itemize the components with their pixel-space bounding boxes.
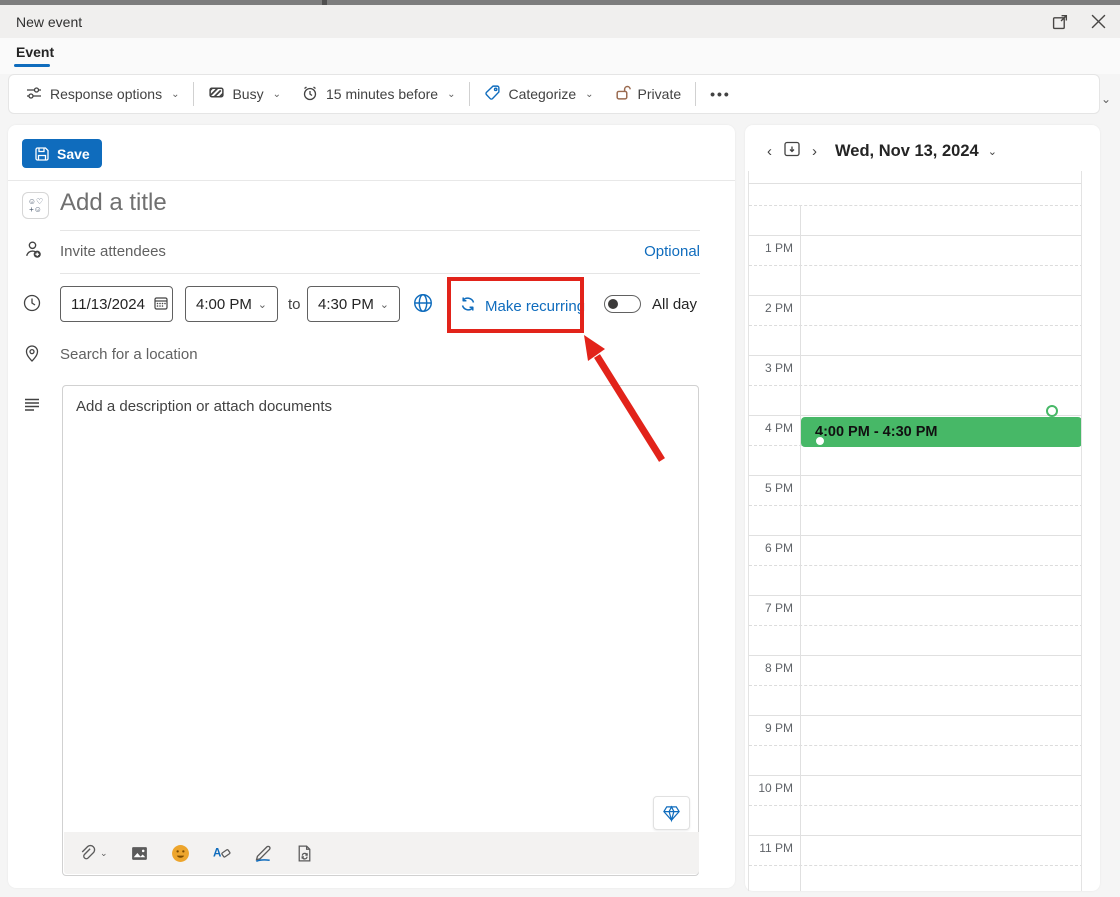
event-resize-handle-bottom[interactable] (814, 435, 826, 447)
chevron-down-icon: ⌄ (273, 89, 281, 100)
chevron-down-icon: ⌄ (258, 298, 267, 311)
go-to-date-calendar-icon[interactable] (778, 139, 806, 163)
clear-formatting-icon[interactable]: A (212, 844, 231, 863)
make-recurring-button[interactable]: Make recurring (459, 295, 585, 317)
close-icon[interactable] (1084, 8, 1112, 36)
calendar-nav: ‹ › Wed, Nov 13, 2024 ⌄ (761, 139, 997, 163)
categorize-button[interactable]: Categorize ⌄ (474, 78, 603, 110)
editor-footer-toolbar: ⌄ A (64, 832, 699, 874)
clock-icon (22, 293, 42, 318)
response-options-button[interactable]: Response options ⌄ (15, 78, 189, 110)
optional-attendees-link[interactable]: Optional (644, 243, 700, 260)
day-calendar-panel: ‹ › Wed, Nov 13, 2024 ⌄ 1 PM 2 PM 3 PM 4… (745, 125, 1100, 891)
invite-attendees-icon (22, 239, 43, 265)
divider (60, 273, 700, 274)
all-day-label: All day (652, 296, 697, 313)
all-day-row (748, 171, 1082, 184)
save-button[interactable]: Save (22, 139, 102, 168)
draw-pen-icon[interactable] (253, 843, 273, 863)
event-resize-handle-top[interactable] (1046, 405, 1058, 417)
categorize-tag-icon (484, 84, 501, 104)
alarm-clock-icon (301, 84, 319, 105)
description-editor[interactable]: Add a description or attach documents ⌄ … (62, 385, 699, 876)
toolbar-collapse-chevron-icon[interactable]: ⌄ (1101, 92, 1111, 106)
calendar-icon (153, 295, 169, 314)
previous-day-chevron-icon[interactable]: ‹ (761, 141, 778, 162)
time-rail-divider (800, 205, 801, 891)
chevron-down-icon: ⌄ (447, 89, 455, 100)
response-options-icon (25, 84, 43, 105)
dialog-titlebar: New event (0, 5, 1120, 38)
calendar-event-block[interactable]: 4:00 PM - 4:30 PM (801, 417, 1082, 447)
dialog-title: New event (16, 14, 82, 30)
divider (8, 180, 735, 181)
private-button[interactable]: Private (604, 78, 692, 110)
end-time-dropdown[interactable]: 4:30 PM ⌄ (307, 286, 400, 322)
ellipsis-icon: ••• (710, 86, 731, 102)
chevron-down-icon: ⌄ (100, 848, 108, 859)
toolbar-divider (193, 82, 194, 106)
reminder-button[interactable]: 15 minutes before ⌄ (291, 78, 465, 110)
hour-label: 7 PM (749, 601, 793, 615)
document-loop-icon[interactable] (295, 844, 314, 863)
timezone-globe-icon[interactable] (412, 292, 434, 319)
title-input[interactable]: Add a title (60, 189, 620, 217)
svg-text:A: A (213, 846, 222, 859)
date-picker[interactable]: 11/13/2024 (60, 286, 173, 322)
toolbar-divider (695, 82, 696, 106)
hour-label: 6 PM (749, 541, 793, 555)
emoji-title-picker-icon[interactable]: ☺♡+☺ (22, 192, 49, 219)
hour-label: 9 PM (749, 721, 793, 735)
chevron-down-icon: ⌄ (380, 298, 389, 311)
event-form-panel: Save ☺♡+☺ Add a title Invite attendees O… (8, 125, 735, 888)
hour-label: 11 PM (749, 841, 793, 855)
save-icon (34, 146, 50, 162)
toolbar-divider (469, 82, 470, 106)
chevron-down-icon[interactable]: ⌄ (988, 145, 997, 158)
hour-label: 10 PM (749, 781, 793, 795)
hour-label: 8 PM (749, 661, 793, 675)
emoji-icon[interactable] (171, 844, 190, 863)
open-in-new-window-icon[interactable] (1046, 8, 1074, 36)
hour-label: 2 PM (749, 301, 793, 315)
next-day-chevron-icon[interactable]: › (806, 141, 823, 162)
attach-file-icon[interactable]: ⌄ (78, 844, 108, 863)
hour-label: 5 PM (749, 481, 793, 495)
hour-label: 1 PM (749, 241, 793, 255)
tab-active-underline (14, 64, 50, 67)
chevron-down-icon: ⌄ (585, 89, 593, 100)
to-label: to (288, 296, 301, 313)
location-input[interactable]: Search for a location (60, 346, 198, 363)
toggle-knob (608, 299, 618, 309)
all-day-toggle[interactable] (604, 295, 641, 313)
start-time-dropdown[interactable]: 4:00 PM ⌄ (185, 286, 278, 322)
description-placeholder: Add a description or attach documents (76, 398, 332, 415)
hour-label: 4 PM (749, 421, 793, 435)
copilot-gem-button[interactable] (653, 796, 690, 830)
invite-attendees-input[interactable]: Invite attendees (60, 243, 166, 260)
busy-status-button[interactable]: Busy ⌄ (198, 78, 291, 110)
more-options-button[interactable]: ••• (700, 78, 741, 110)
insert-image-icon[interactable] (130, 844, 149, 863)
event-toolbar: Response options ⌄ Busy ⌄ 15 minutes bef… (8, 74, 1100, 114)
location-pin-icon (22, 343, 42, 368)
tab-event[interactable]: Event (16, 44, 54, 60)
tab-strip: Event (0, 38, 1120, 74)
divider (60, 230, 700, 231)
recurring-sync-icon (459, 295, 477, 317)
unlocked-padlock-icon (614, 84, 631, 104)
chevron-down-icon: ⌄ (171, 89, 179, 100)
calendar-date-heading[interactable]: Wed, Nov 13, 2024 (835, 142, 979, 161)
day-grid[interactable]: 1 PM 2 PM 3 PM 4 PM 5 PM 6 PM 7 PM 8 PM … (748, 184, 1082, 891)
description-lines-icon (22, 395, 42, 420)
hour-label: 3 PM (749, 361, 793, 375)
busy-icon (208, 84, 225, 104)
